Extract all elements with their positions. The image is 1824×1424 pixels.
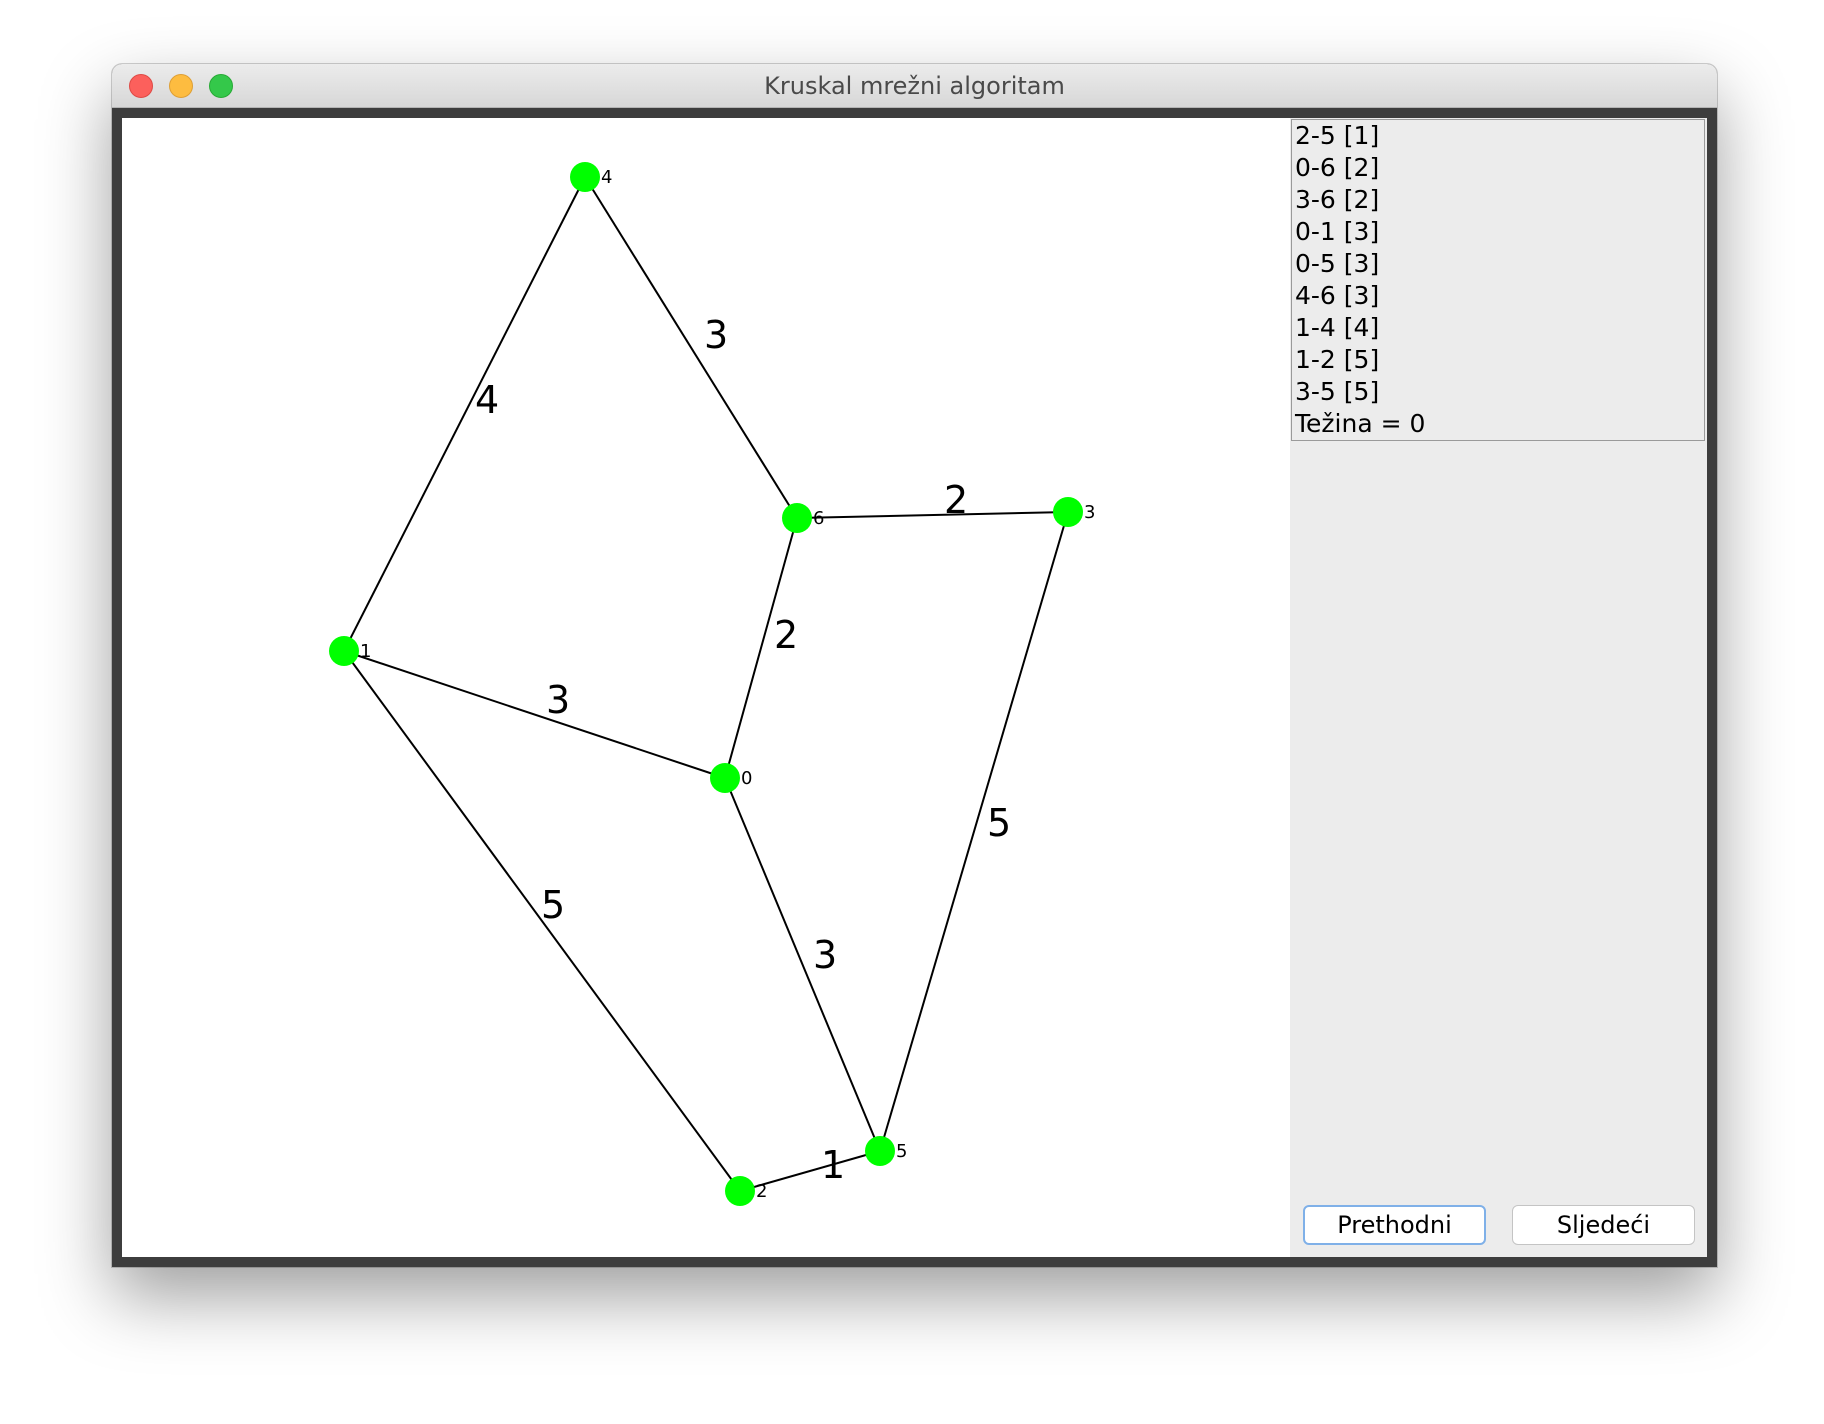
- node-label: 6: [813, 508, 824, 529]
- edge-list-item: 1-4 [4]: [1295, 313, 1380, 342]
- node-label: 3: [1084, 502, 1095, 523]
- graph-canvas: 4 3 2 2 3 5 3 5 1 0 1 2 3 4 5 6: [122, 118, 1290, 1257]
- graph-node[interactable]: [865, 1136, 895, 1166]
- graph-edge: [343, 650, 726, 779]
- title-bar: Kruskal mrežni algoritam: [112, 64, 1717, 108]
- edge-list-item: 1-2 [5]: [1295, 345, 1380, 374]
- node-label: 1: [360, 641, 371, 662]
- graph-edge: [879, 511, 1069, 1152]
- graph-drawing: 4 3 2 2 3 5 3 5 1 0 1 2 3 4 5 6: [329, 162, 1095, 1206]
- edge-weight-label: 5: [541, 883, 565, 927]
- edge-list-item: 0-6 [2]: [1295, 153, 1380, 182]
- edge-list-item: 0-5 [3]: [1295, 249, 1380, 278]
- edge-weight-label: 3: [704, 313, 728, 357]
- window-title: Kruskal mrežni algoritam: [764, 72, 1065, 100]
- graph-node[interactable]: [725, 1176, 755, 1206]
- edge-list-item: 3-6 [2]: [1295, 185, 1380, 214]
- graph-edge: [343, 176, 586, 652]
- edge-list-item: 2-5 [1]: [1295, 121, 1380, 150]
- app-window: Kruskal mrežni algoritam 4 3 2 2 3 5 3 5 1 0 1 2 3 4 5…: [112, 64, 1717, 1267]
- graph-node[interactable]: [782, 503, 812, 533]
- edge-list-item: 4-6 [3]: [1295, 281, 1380, 310]
- graph-edge: [584, 176, 798, 519]
- graph-node[interactable]: [570, 162, 600, 192]
- edge-list-item: Težina = 0: [1295, 409, 1426, 438]
- side-panel: 2-5 [1] 0-6 [2] 3-6 [2] 0-1 [3] 0-5 [3] 4-6 […: [1290, 118, 1707, 1257]
- node-label: 4: [601, 167, 612, 188]
- edge-weight-label: 3: [546, 678, 570, 722]
- edge-weight-label: 2: [774, 613, 798, 657]
- next-button[interactable]: Sljedeći: [1512, 1205, 1695, 1245]
- graph-edge: [796, 511, 1069, 519]
- content-area: 4 3 2 2 3 5 3 5 1 0 1 2 3 4 5 6 2-5 [1] 0-6 [2] 3-6 [2] 0-…: [112, 108, 1717, 1267]
- edge-list-item: 3-5 [5]: [1295, 377, 1380, 406]
- graph-node[interactable]: [329, 636, 359, 666]
- node-label: 2: [756, 1181, 767, 1202]
- edge-weight-label: 4: [475, 378, 499, 422]
- edge-weight-label: 5: [987, 801, 1011, 845]
- graph-node[interactable]: [710, 763, 740, 793]
- edge-list: 2-5 [1] 0-6 [2] 3-6 [2] 0-1 [3] 0-5 [3] 4-6 […: [1291, 119, 1705, 441]
- graph-edge: [724, 777, 881, 1152]
- edge-weight-label: 1: [821, 1143, 845, 1187]
- graph-node[interactable]: [1053, 497, 1083, 527]
- edge-list-item: 0-1 [3]: [1295, 217, 1380, 246]
- edge-weight-label: 2: [944, 478, 968, 522]
- node-label: 0: [741, 768, 752, 789]
- edge-weight-label: 3: [813, 933, 837, 977]
- node-label: 5: [896, 1141, 907, 1162]
- previous-button[interactable]: Prethodni: [1303, 1205, 1486, 1245]
